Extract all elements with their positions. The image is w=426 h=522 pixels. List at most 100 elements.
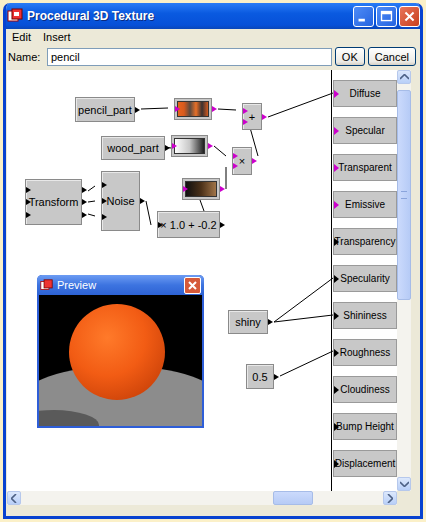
preview-title-bar[interactable]: Preview — [37, 275, 204, 295]
slot-port[interactable] — [334, 201, 339, 209]
horizontal-scrollbar[interactable] — [7, 491, 397, 505]
scroll-thumb[interactable] — [273, 491, 313, 505]
menu-item[interactable]: Insert — [41, 31, 73, 43]
slot-label: Shininess — [343, 310, 386, 321]
input-port[interactable] — [233, 163, 238, 169]
slot-port[interactable] — [334, 312, 339, 320]
graph-node[interactable]: wood_part — [101, 136, 165, 160]
output-slot[interactable]: Displacement — [333, 450, 397, 477]
input-ports — [102, 172, 107, 230]
output-port[interactable] — [274, 374, 279, 380]
name-input[interactable]: pencil — [47, 48, 332, 66]
output-port[interactable] — [135, 107, 140, 113]
output-port[interactable] — [220, 222, 225, 228]
graph-node[interactable]: + — [242, 103, 262, 130]
connection-line — [88, 186, 95, 191]
node-label: Transform — [29, 196, 79, 208]
slot-port[interactable] — [334, 460, 339, 468]
scroll-down-button[interactable] — [397, 477, 411, 491]
input-port[interactable] — [102, 214, 107, 220]
preview-window[interactable]: Preview — [37, 275, 204, 428]
vertical-scrollbar[interactable] — [397, 70, 411, 491]
output-slot[interactable]: Specularity — [333, 265, 397, 292]
graph-node[interactable]: × — [232, 147, 252, 175]
scroll-up-button[interactable] — [397, 70, 411, 84]
graph-node[interactable]: 0.5 — [246, 364, 274, 389]
output-slot[interactable]: Diffuse — [333, 80, 397, 107]
slot-label: Bump Height — [336, 421, 394, 432]
graph-node[interactable]: Noise — [101, 171, 140, 231]
minimize-button[interactable] — [353, 6, 374, 27]
output-slot[interactable]: Transparent — [333, 154, 397, 181]
graph-node[interactable]: Transform — [25, 179, 82, 225]
slot-port[interactable] — [334, 127, 339, 135]
slot-port[interactable] — [334, 386, 339, 394]
input-port[interactable] — [172, 143, 177, 149]
dialog-button[interactable]: OK — [335, 47, 365, 66]
input-port[interactable] — [102, 182, 107, 188]
scroll-left-button[interactable] — [7, 491, 21, 505]
input-port[interactable] — [243, 108, 248, 114]
output-slot[interactable]: Specular — [333, 117, 397, 144]
input-port[interactable] — [26, 199, 31, 205]
preview-close-button[interactable] — [184, 277, 201, 294]
output-slot[interactable]: Emissive — [333, 191, 397, 218]
graph-area: pencil_part wood_part + × Transform Noise × 1.… — [7, 70, 331, 491]
input-port[interactable] — [175, 106, 180, 112]
graph-node[interactable]: shiny — [228, 310, 268, 334]
input-port[interactable] — [158, 222, 163, 228]
output-port[interactable] — [140, 198, 145, 204]
connection-line — [218, 109, 236, 110]
output-port[interactable] — [212, 106, 217, 112]
graph-canvas[interactable]: pencil_part wood_part + × Transform Noise × 1.… — [7, 70, 397, 491]
input-port[interactable] — [26, 187, 31, 193]
output-port[interactable] — [82, 212, 87, 218]
scroll-right-button[interactable] — [383, 491, 397, 505]
output-port[interactable] — [268, 319, 273, 325]
output-slot[interactable]: Shininess — [333, 302, 397, 329]
graph-node[interactable] — [174, 98, 212, 120]
connection-line — [226, 167, 227, 189]
slot-port[interactable] — [334, 275, 339, 283]
node-label: + — [249, 111, 255, 123]
input-port[interactable] — [233, 153, 238, 159]
up-arrow-icon — [400, 74, 409, 80]
graph-node[interactable] — [171, 135, 208, 157]
output-port[interactable] — [220, 186, 225, 192]
input-port[interactable] — [183, 186, 188, 192]
output-port[interactable] — [82, 199, 87, 205]
output-slot[interactable]: Cloudiness — [333, 376, 397, 403]
output-port[interactable] — [262, 114, 267, 120]
output-port[interactable] — [252, 158, 257, 164]
output-ports — [252, 148, 257, 174]
connection-line — [280, 351, 333, 376]
graph-node[interactable]: pencil_part — [75, 97, 135, 122]
close-icon — [400, 7, 419, 26]
slot-label: Transparency — [335, 236, 396, 247]
input-port[interactable] — [102, 198, 107, 204]
output-slot[interactable]: Transparency — [333, 228, 397, 255]
graph-node[interactable]: × 1.0 + -0.2 — [157, 211, 220, 238]
slot-port[interactable] — [334, 164, 339, 172]
maximize-button[interactable] — [376, 6, 397, 27]
scroll-thumb[interactable] — [397, 90, 411, 300]
output-slot[interactable]: Roughness — [333, 339, 397, 366]
graph-node[interactable] — [182, 178, 220, 200]
input-ports — [172, 136, 177, 156]
output-slot[interactable]: Bump Height — [333, 413, 397, 440]
close-button[interactable] — [399, 6, 420, 27]
output-port[interactable] — [82, 187, 87, 193]
output-port[interactable] — [208, 143, 213, 149]
input-port[interactable] — [26, 212, 31, 218]
slot-port[interactable] — [334, 238, 339, 246]
screen: Procedural 3D TextureEditInsertName:penc… — [0, 0, 426, 522]
dialog-button[interactable]: Cancel — [368, 47, 416, 66]
slot-port[interactable] — [334, 90, 339, 98]
output-port[interactable] — [165, 145, 170, 151]
window-title: Procedural 3D Texture — [27, 9, 349, 23]
title-bar[interactable]: Procedural 3D Texture — [3, 3, 423, 29]
input-port[interactable] — [243, 119, 248, 125]
menu-item[interactable]: Edit — [10, 31, 33, 43]
slot-port[interactable] — [334, 423, 339, 431]
slot-port[interactable] — [334, 349, 339, 357]
